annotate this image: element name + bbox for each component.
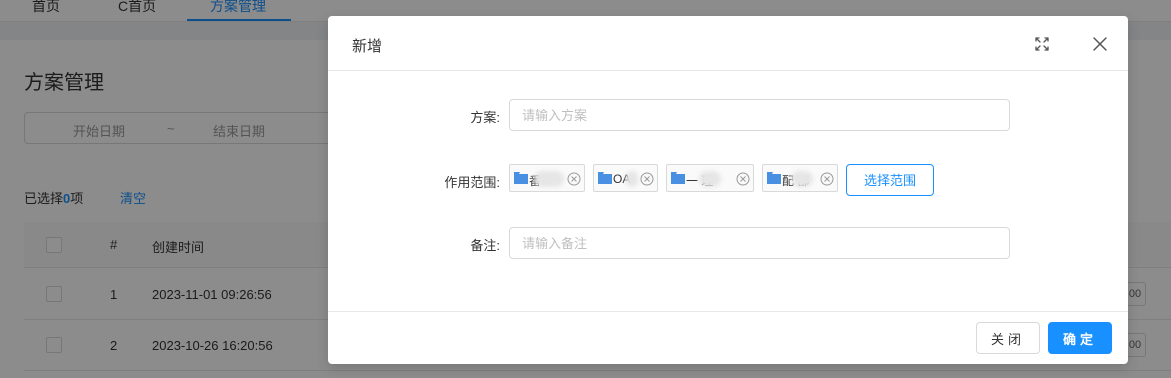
remark-label: 备注:: [470, 238, 500, 253]
redaction-mark: [534, 171, 564, 187]
modal-footer: 关闭 确定: [328, 311, 1128, 364]
add-plan-modal: 新增 方案: 作用范围: 番: [328, 16, 1128, 364]
remove-tag-icon[interactable]: [736, 172, 750, 186]
redaction-mark: [699, 171, 721, 187]
modal-title: 新增: [352, 38, 383, 55]
fullscreen-icon[interactable]: [1034, 36, 1050, 52]
redaction-mark: [626, 171, 638, 187]
remove-tag-icon[interactable]: [820, 172, 834, 186]
modal-header: 新增: [328, 16, 1128, 71]
close-icon[interactable]: [1090, 34, 1110, 54]
remark-input[interactable]: [509, 227, 1010, 259]
choose-scope-button[interactable]: 选择范围: [846, 164, 934, 196]
remove-tag-icon[interactable]: [640, 172, 654, 186]
folder-icon: [514, 172, 528, 184]
folder-icon: [598, 172, 612, 184]
plan-label: 方案:: [470, 110, 500, 125]
scope-tag: 配 部: [762, 164, 838, 192]
scope-tag: OA: [593, 164, 658, 192]
app-page: 首页 C首页 方案管理 方案管理 开始日期 ~ 结束日期 已选择0项 清空 # …: [0, 0, 1171, 378]
scope-tag: 番: [509, 164, 585, 192]
scope-label: 作用范围:: [444, 175, 500, 190]
redaction-mark: [791, 171, 813, 187]
confirm-button[interactable]: 确定: [1048, 322, 1112, 354]
folder-icon: [671, 172, 685, 184]
remove-tag-icon[interactable]: [567, 172, 581, 186]
plan-input[interactable]: [509, 99, 1010, 131]
scope-tag: 一 理: [666, 164, 754, 192]
close-button[interactable]: 关闭: [976, 322, 1040, 354]
folder-icon: [767, 172, 781, 184]
